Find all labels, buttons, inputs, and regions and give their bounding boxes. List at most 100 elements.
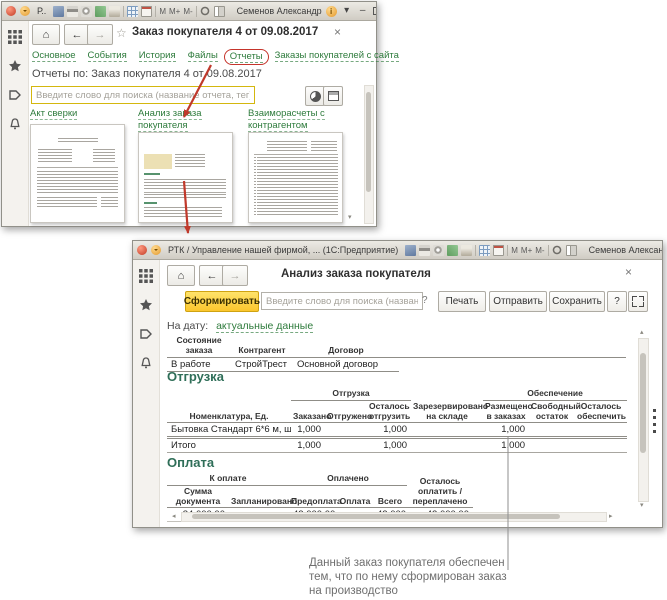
panel-view-button[interactable] [323, 86, 343, 106]
scroll-right-icon[interactable]: ▸ [609, 513, 613, 520]
table-row-total: Итого 1,000 1,000 1,000 [167, 438, 627, 453]
shipment-table: Отгрузка Обеспечение Номенклатура, Ед. З… [167, 388, 627, 453]
user-name[interactable]: Семенов Александр [589, 245, 662, 255]
scroll-down-icon[interactable]: ▾ [640, 502, 644, 509]
forward-button[interactable]: → [222, 265, 248, 286]
table-menu-handle[interactable] [653, 409, 656, 435]
zoom-icon[interactable] [552, 245, 563, 256]
menu-grid-icon[interactable] [8, 30, 22, 44]
fullscreen-button[interactable] [628, 291, 648, 312]
separator [475, 245, 476, 256]
shipment-section-title: Отгрузка [167, 369, 224, 384]
forward-button[interactable]: → [87, 24, 113, 45]
col-header: Размещено в заказах [483, 400, 529, 423]
calendar-icon[interactable] [493, 245, 504, 256]
memory-minus-button[interactable]: M- [535, 246, 544, 255]
product-search-input[interactable] [261, 292, 423, 310]
split-view-icon[interactable] [214, 6, 225, 17]
thumbnail-title-analiz[interactable]: Анализ заказа покупателя [138, 108, 238, 132]
report-thumbnail-akt-sverki[interactable] [30, 124, 125, 223]
share-icon[interactable] [447, 245, 458, 256]
zoom-icon[interactable] [200, 6, 211, 17]
provision-group-header: Обеспечение [483, 388, 627, 400]
save-button[interactable]: Сохранить [549, 291, 605, 312]
history-tag-icon[interactable] [8, 88, 22, 102]
report-thumbnail-analiz[interactable] [138, 132, 233, 223]
order-page-title: Заказ покупателя 4 от 09.08.2017 [132, 26, 318, 38]
minimize-button[interactable]: – [357, 6, 369, 16]
app-logo-icon[interactable] [6, 6, 16, 16]
app-logo-icon[interactable] [137, 245, 147, 255]
favorites-star-icon[interactable] [139, 298, 153, 312]
thumbnail-title-vzaimoraschety[interactable]: Взаиморасчеты с контрагентом [248, 108, 348, 132]
memory-button[interactable]: M [511, 246, 518, 255]
save-icon[interactable] [53, 6, 64, 17]
generate-button[interactable]: Сформировать [185, 291, 259, 312]
print-icon[interactable] [419, 245, 430, 256]
print-preview-icon[interactable] [433, 245, 444, 256]
annotation-line: тем, что по нему сформирован заказ [309, 570, 507, 584]
reports-for-label: Отчеты по: Заказ покупателя 4 от 09.08.2… [32, 68, 262, 80]
memory-plus-button[interactable]: M+ [521, 246, 532, 255]
info-icon[interactable]: i [326, 6, 337, 17]
report-search-input[interactable] [31, 86, 255, 104]
notifications-bell-icon[interactable] [139, 356, 153, 370]
favorite-star-icon[interactable]: ☆ [116, 27, 127, 39]
panel-view-icon [328, 91, 339, 101]
titlebar-dropdown-icon[interactable]: ▾ [341, 6, 353, 16]
thumbnail-title-akt-sverki[interactable]: Акт сверки [30, 108, 130, 120]
window1-title-text: Р.. [37, 6, 46, 16]
table-icon[interactable] [479, 245, 490, 256]
user-name[interactable]: Семенов Александр [237, 6, 322, 16]
history-tag-icon[interactable] [139, 327, 153, 341]
to-pay-group-header: К оплате [167, 473, 289, 485]
tab-fayly[interactable]: Файлы [188, 50, 218, 62]
save-icon[interactable] [405, 245, 416, 256]
send-button[interactable]: Отправить [489, 291, 547, 312]
maximize-button[interactable] [373, 7, 376, 15]
table-icon[interactable] [127, 6, 138, 17]
scroll-left-icon[interactable]: ◂ [172, 513, 176, 520]
print-button[interactable]: Печать [438, 291, 486, 312]
close-tab-icon[interactable]: × [625, 266, 632, 278]
window1-vertical-scrollbar[interactable] [364, 85, 374, 224]
col-header: Всего [373, 485, 407, 508]
pie-view-button[interactable] [305, 86, 325, 106]
app-menu-icon[interactable] [151, 245, 161, 255]
scroll-more-icon[interactable]: ▾ [348, 214, 352, 221]
print-preview-icon[interactable] [81, 6, 92, 17]
help-button[interactable]: ? [607, 291, 627, 312]
home-button[interactable]: ⌂ [32, 24, 60, 45]
print-icon[interactable] [67, 6, 78, 17]
calendar-icon[interactable] [141, 6, 152, 17]
report-thumbnail-vzaimoraschety[interactable] [248, 132, 343, 223]
split-view-icon[interactable] [566, 245, 577, 256]
scroll-up-icon[interactable]: ▴ [640, 329, 644, 336]
share-icon[interactable] [95, 6, 106, 17]
close-tab-icon[interactable]: × [334, 26, 341, 38]
date-value-link[interactable]: актуальные данные [216, 320, 313, 333]
search-help-link[interactable]: ? [422, 295, 428, 306]
favorites-star-icon[interactable] [8, 59, 22, 73]
tab-istoriya[interactable]: История [139, 50, 176, 62]
mail-icon[interactable] [109, 6, 120, 17]
col-header: Зарезервировано на складе [411, 400, 483, 423]
memory-button[interactable]: M [159, 7, 166, 16]
home-button[interactable]: ⌂ [167, 265, 195, 286]
separator [123, 6, 124, 17]
tab-otchety[interactable]: Отчеты [230, 51, 263, 63]
annotation-line: на производство [309, 584, 507, 598]
horizontal-scrollbar[interactable] [181, 512, 607, 522]
vertical-scrollbar[interactable] [638, 338, 649, 502]
mail-icon[interactable] [461, 245, 472, 256]
notifications-bell-icon[interactable] [8, 117, 22, 131]
contract-cell: Основной договор [293, 357, 399, 371]
tab-osnovnoe[interactable]: Основное [32, 50, 76, 62]
memory-minus-button[interactable]: M- [183, 7, 192, 16]
memory-plus-button[interactable]: M+ [169, 7, 180, 16]
menu-grid-icon[interactable] [139, 269, 153, 283]
tab-zakazy-s-sayta[interactable]: Заказы покупателей с сайта [275, 50, 399, 62]
app-menu-icon[interactable] [20, 6, 30, 16]
tab-sobytiya[interactable]: События [88, 50, 127, 62]
order-tabs: Основное События История Файлы Отчеты За… [32, 50, 399, 62]
